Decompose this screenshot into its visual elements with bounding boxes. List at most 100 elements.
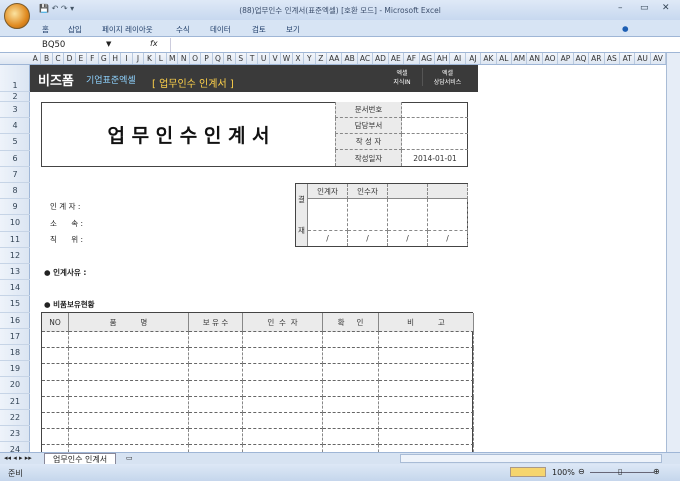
table-cell[interactable] [42, 429, 69, 446]
row-header-16[interactable]: 16 [0, 313, 30, 329]
column-header-ap[interactable]: AP [558, 53, 574, 64]
row-header-4[interactable]: 4 [0, 118, 30, 135]
approval-date-cell[interactable]: / [388, 231, 428, 246]
column-header-ac[interactable]: AC [358, 53, 374, 64]
column-header-as[interactable]: AS [605, 53, 620, 64]
row-header-21[interactable]: 21 [0, 394, 30, 410]
column-header-au[interactable]: AU [635, 53, 651, 64]
close-button[interactable]: ✕ [662, 3, 670, 13]
table-cell[interactable] [323, 348, 379, 365]
table-cell[interactable] [379, 380, 474, 397]
sheet-nav-buttons[interactable]: ◂◂ ◂ ▸ ▸▸ [4, 454, 32, 462]
table-cell[interactable] [189, 413, 243, 430]
row-header-9[interactable]: 9 [0, 199, 30, 216]
info-value[interactable]: 2014-01-01 [402, 150, 468, 166]
column-header-t[interactable]: T [247, 53, 259, 64]
column-header-i[interactable]: I [121, 53, 133, 64]
formula-input[interactable] [170, 38, 664, 52]
row-header-14[interactable]: 14 [0, 280, 30, 297]
tab-view[interactable]: 보기 [286, 24, 300, 35]
table-cell[interactable] [379, 364, 474, 381]
table-cell[interactable] [323, 364, 379, 381]
column-header-v[interactable]: V [270, 53, 282, 64]
column-header-o[interactable]: O [190, 53, 202, 64]
column-header-an[interactable]: AN [527, 53, 543, 64]
column-header-ad[interactable]: AD [373, 53, 389, 64]
insert-function-button[interactable]: fx [150, 39, 158, 48]
row-header-15[interactable]: 15 [0, 296, 30, 313]
column-header-al[interactable]: AL [497, 53, 513, 64]
row-header-19[interactable]: 19 [0, 361, 30, 378]
approval-date-cell[interactable]: / [348, 231, 388, 246]
column-header-aa[interactable]: AA [327, 53, 343, 64]
zoom-out-button[interactable]: ⊖ [578, 467, 585, 476]
column-header-at[interactable]: AT [620, 53, 636, 64]
table-cell[interactable] [379, 429, 474, 446]
table-cell[interactable] [69, 413, 189, 430]
zoom-slider-thumb[interactable]: ▯ [618, 467, 622, 476]
column-header-ak[interactable]: AK [481, 53, 497, 64]
info-value[interactable] [402, 118, 468, 134]
column-header-l[interactable]: L [156, 53, 168, 64]
help-icon[interactable]: ● [622, 24, 629, 33]
column-header-av[interactable]: AV [651, 53, 667, 64]
table-cell[interactable] [243, 380, 323, 397]
table-cell[interactable] [42, 332, 69, 349]
column-header-ag[interactable]: AG [420, 53, 435, 64]
row-header-3[interactable]: 3 [0, 102, 30, 119]
column-header-c[interactable]: C [53, 53, 65, 64]
table-cell[interactable] [379, 396, 474, 413]
row-header-11[interactable]: 11 [0, 232, 30, 248]
column-header-k[interactable]: K [144, 53, 156, 64]
table-cell[interactable] [189, 445, 243, 452]
column-header-am[interactable]: AM [512, 53, 528, 64]
tab-formulas[interactable]: 수식 [176, 24, 190, 35]
column-header-a[interactable]: A [30, 53, 42, 64]
column-header-e[interactable]: E [76, 53, 88, 64]
table-cell[interactable] [323, 380, 379, 397]
table-cell[interactable] [379, 332, 474, 349]
column-header-b[interactable]: B [41, 53, 53, 64]
row-header-8[interactable]: 8 [0, 183, 30, 200]
info-value[interactable] [402, 102, 468, 118]
row-header-20[interactable]: 20 [0, 377, 30, 394]
column-header-z[interactable]: Z [316, 53, 327, 64]
table-cell[interactable] [42, 364, 69, 381]
row-header-17[interactable]: 17 [0, 329, 30, 345]
column-header-ai[interactable]: AI [450, 53, 466, 64]
table-cell[interactable] [69, 332, 189, 349]
approval-date-cell[interactable]: / [428, 231, 468, 246]
table-cell[interactable] [243, 413, 323, 430]
table-cell[interactable] [323, 332, 379, 349]
column-header-aq[interactable]: AQ [574, 53, 590, 64]
column-header-ae[interactable]: AE [389, 53, 405, 64]
table-cell[interactable] [69, 396, 189, 413]
row-header-2[interactable]: 2 [0, 92, 30, 102]
column-header-h[interactable]: H [110, 53, 122, 64]
table-cell[interactable] [243, 348, 323, 365]
tab-insert[interactable]: 삽입 [68, 24, 82, 35]
table-cell[interactable] [243, 364, 323, 381]
table-cell[interactable] [69, 380, 189, 397]
view-buttons[interactable] [510, 467, 546, 477]
table-cell[interactable] [69, 445, 189, 452]
column-header-p[interactable]: P [201, 53, 213, 64]
info-value[interactable] [402, 134, 468, 150]
table-cell[interactable] [323, 445, 379, 452]
zoom-level[interactable]: 100% [552, 468, 575, 477]
table-cell[interactable] [189, 429, 243, 446]
table-cell[interactable] [323, 413, 379, 430]
table-cell[interactable] [189, 332, 243, 349]
row-header-22[interactable]: 22 [0, 410, 30, 426]
table-cell[interactable] [69, 348, 189, 365]
table-cell[interactable] [42, 445, 69, 452]
excel-knowledge-button[interactable]: 엑셀 지식IN [382, 68, 422, 86]
tab-data[interactable]: 데이터 [210, 24, 231, 35]
table-cell[interactable] [379, 413, 474, 430]
row-header-7[interactable]: 7 [0, 167, 30, 183]
tab-page-layout[interactable]: 페이지 레이아웃 [102, 24, 153, 35]
column-header-y[interactable]: Y [304, 53, 316, 64]
column-header-s[interactable]: S [236, 53, 248, 64]
row-header-13[interactable]: 13 [0, 264, 30, 281]
table-cell[interactable] [69, 429, 189, 446]
